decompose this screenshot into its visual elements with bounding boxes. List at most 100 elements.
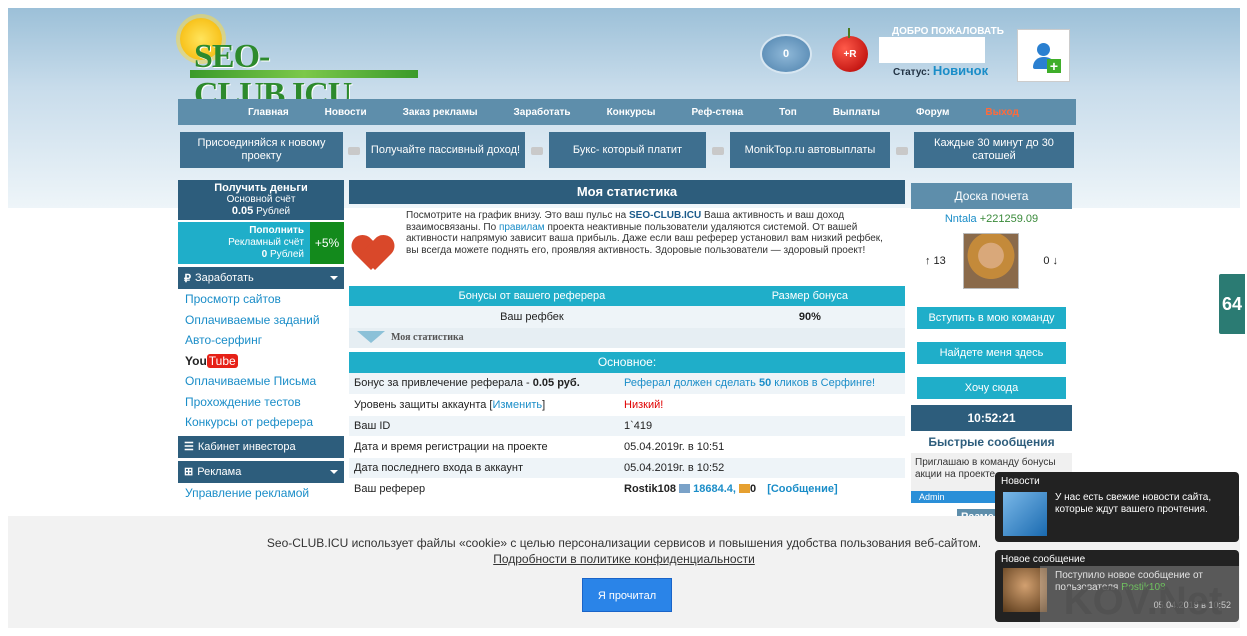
join-team-button[interactable]: Вступить в мою команду <box>917 307 1066 329</box>
table-row: Бонус за привлечение реферала - 0.05 руб… <box>349 373 905 395</box>
cherry-icon[interactable]: +R <box>832 28 868 72</box>
promo-link[interactable]: Присоединяйся к новому проекту <box>180 132 343 168</box>
welcome-text: ДОБРО ПОЖАЛОВАТЬ <box>892 26 1004 37</box>
honor-user-name: Nntala <box>944 213 977 225</box>
nav-home[interactable]: Главная <box>248 107 289 118</box>
change-link[interactable]: Изменить <box>492 399 542 411</box>
nav-contests[interactable]: Конкурсы <box>607 107 656 118</box>
info-table: Бонус за привлечение реферала - 0.05 руб… <box>349 373 905 500</box>
nav-ref-wall[interactable]: Реф-стена <box>691 107 743 118</box>
notification-counter[interactable]: 0 <box>760 34 812 74</box>
add-user-icon[interactable]: + <box>1017 29 1070 82</box>
message-link[interactable]: [Сообщение] <box>767 483 837 495</box>
avatar[interactable] <box>963 233 1019 289</box>
link-icon <box>712 147 724 155</box>
promo-link[interactable]: Получайте пассивный доход! <box>366 132 525 168</box>
intro-part: Посмотрите на график внизу. Это ваш пуль… <box>406 210 627 221</box>
menu-item[interactable]: Авто-серфинг <box>178 330 344 351</box>
row-value: кликов в Серфинге! <box>774 377 876 390</box>
rules-link[interactable]: правилам <box>499 222 545 233</box>
watermark: KOV.Net <box>1040 566 1246 636</box>
want-here-button[interactable]: Хочу сюда <box>917 377 1066 399</box>
site-logo[interactable]: SEO-CLUB.ICU <box>180 18 420 113</box>
get-money-title: Получить деньги <box>214 182 308 194</box>
honor-photo-block: ↑ 13 0 ↓ <box>911 229 1072 301</box>
site-name: SEO-CLUB.ICU <box>629 210 702 221</box>
section-earn[interactable]: ₽ Заработать <box>178 267 344 289</box>
row-value: 05.04.2019г. в 10:51 <box>619 436 905 458</box>
section-investor[interactable]: ☰ Кабинет инвестора <box>178 435 344 458</box>
toast-title: Новости <box>1001 476 1040 487</box>
promo-link[interactable]: Каждые 30 минут до 30 сатошей <box>914 132 1074 168</box>
menu-item[interactable]: Прохождение тестов <box>178 392 344 413</box>
main-content: Моя статистика Посмотрите на график вниз… <box>349 180 905 500</box>
chevron-down-icon <box>330 469 338 474</box>
ad-account-label: Рекламный счёт <box>228 237 304 248</box>
page-title: Моя статистика <box>349 180 905 204</box>
get-money-box[interactable]: Получить деньги Основной счёт 0.05 Рубле… <box>178 180 344 220</box>
wall-icon <box>739 484 750 494</box>
nav-earn[interactable]: Заработать <box>514 107 571 118</box>
monitor-icon <box>679 484 691 494</box>
triangle-down-icon <box>357 331 385 343</box>
refback-label: Ваш рефбек <box>349 306 715 328</box>
main-account-label: Основной счёт <box>226 194 296 205</box>
row-label: Ваш реферер <box>349 478 619 500</box>
vote-up[interactable]: ↑ 13 <box>925 255 946 267</box>
section-earn-label: Заработать <box>195 272 254 284</box>
honor-user[interactable]: Nntala +221259.09 <box>911 209 1072 229</box>
menu-item-youtube[interactable]: You Tube <box>178 351 344 372</box>
ruble-icon: ₽ <box>184 272 191 285</box>
ad-balance: 0 <box>261 249 268 260</box>
vote-down[interactable]: 0 ↓ <box>1043 255 1058 267</box>
stats-toggle-label: Моя статистика <box>391 332 464 343</box>
youtube-logo-b: Tube <box>206 353 238 368</box>
menu-item[interactable]: Конкурсы от реферера 🏆 <box>178 412 344 450</box>
menu-item[interactable]: Просмотр сайтов <box>178 289 344 310</box>
row-label: Ваш ID <box>349 415 619 437</box>
referrer-score: 18684.4, <box>693 482 736 495</box>
chevron-down-icon <box>330 276 338 280</box>
nav-top[interactable]: Топ <box>779 107 797 118</box>
row-label: Уровень защиты аккаунта [ <box>354 398 493 411</box>
nav-logout[interactable]: Выход <box>985 107 1018 118</box>
promo-link[interactable]: Букс- который платит <box>549 132 706 168</box>
stats-toggle[interactable]: Моя статистика <box>349 328 905 348</box>
link-icon <box>896 147 908 155</box>
nav-forum[interactable]: Форум <box>916 107 949 118</box>
refill-box[interactable]: Пополнить Рекламный счёт 0 Рублей +5% <box>178 222 344 264</box>
nav-news[interactable]: Новости <box>325 107 367 118</box>
user-status: Статус: Новичок <box>893 63 989 78</box>
find-me-button[interactable]: Найдете меня здесь <box>917 342 1066 364</box>
server-clock: 10:52:21 <box>911 405 1072 431</box>
row-label: Дата последнего входа в аккаунт <box>349 457 619 479</box>
nav-order-ads[interactable]: Заказ рекламы <box>403 107 478 118</box>
referrer-name[interactable]: Rostik108 <box>624 483 676 495</box>
ads-menu: Управление рекламой <box>178 482 344 504</box>
section-ads[interactable]: ⊞ Реклама <box>178 460 344 483</box>
username-box <box>879 37 985 63</box>
main-nav: Главная Новости Заказ рекламы Заработать… <box>178 99 1076 125</box>
side-tab[interactable]: 64 <box>1217 272 1247 336</box>
menu-item[interactable]: Оплачиваемые заданий <box>178 310 344 331</box>
section-ads-label: Реклама <box>197 465 242 478</box>
link-icon <box>531 147 543 155</box>
news-toast[interactable]: Новости У нас есть свежие новости сайта,… <box>995 472 1239 542</box>
row-value: 05.04.2019г. в 10:52 <box>619 457 905 479</box>
table-row: Дата и время регистрации на проекте 05.04… <box>349 436 905 458</box>
plus-icon: ⊞ <box>184 466 194 478</box>
basic-header: Основное: <box>349 352 905 373</box>
menu-item[interactable]: Управление рекламой <box>178 483 344 504</box>
list-icon: ☰ <box>184 441 194 453</box>
menu-item[interactable]: Оплачиваемые Письма <box>178 371 344 392</box>
honor-board-title: Доска почета <box>911 183 1072 209</box>
grass-decoration <box>190 70 418 78</box>
section-investor-label: Кабинет инвестора <box>197 440 296 453</box>
refill-title: Пополнить <box>249 225 304 236</box>
promo-link[interactable]: MonikTop.ru автовыплаты <box>730 132 890 168</box>
nav-payouts[interactable]: Выплаты <box>833 107 880 118</box>
menu-item-label: Конкурсы от реферера <box>185 415 314 429</box>
status-value: Новичок <box>932 63 989 78</box>
promo-bar: Присоединяйся к новому проекту Получайте… <box>180 132 1074 168</box>
cookie-accept-button[interactable]: Я прочитал <box>582 578 672 612</box>
